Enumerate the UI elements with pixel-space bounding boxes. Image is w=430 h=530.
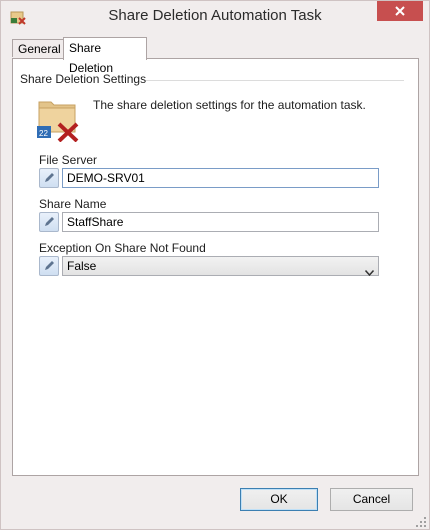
close-button[interactable]	[377, 1, 423, 21]
group-description: The share deletion settings for the auto…	[93, 98, 366, 112]
pencil-icon	[45, 217, 54, 226]
pencil-icon	[45, 261, 54, 270]
tab-share-deletion[interactable]: Share Deletion	[63, 37, 147, 75]
exception-label: Exception On Share Not Found	[39, 241, 206, 255]
close-icon	[395, 6, 405, 16]
file-server-label: File Server	[39, 153, 98, 167]
resize-grip-icon[interactable]	[416, 516, 426, 527]
dialog-window: Share Deletion Automation Task General S…	[0, 0, 430, 530]
cancel-button[interactable]: Cancel	[330, 488, 413, 511]
share-name-input[interactable]: StaffShare	[62, 212, 379, 232]
group-divider	[146, 80, 404, 81]
svg-text:22: 22	[39, 129, 48, 138]
chevron-down-icon	[364, 263, 375, 281]
window-title: Share Deletion Automation Task	[108, 7, 322, 24]
tab-general[interactable]: General	[12, 39, 64, 57]
file-server-input[interactable]: DEMO-SRV01	[62, 168, 379, 188]
exception-select[interactable]: False	[62, 256, 379, 277]
exception-edit-button[interactable]	[39, 256, 59, 276]
folder-delete-icon: 22	[37, 96, 81, 143]
share-name-edit-button[interactable]	[39, 212, 59, 232]
exception-select-value: False	[67, 259, 97, 273]
ok-button[interactable]: OK	[240, 488, 318, 511]
title-bar[interactable]: Share Deletion Automation Task	[1, 1, 429, 31]
pencil-icon	[45, 173, 54, 182]
share-name-label: Share Name	[39, 197, 107, 211]
file-server-edit-button[interactable]	[39, 168, 59, 188]
